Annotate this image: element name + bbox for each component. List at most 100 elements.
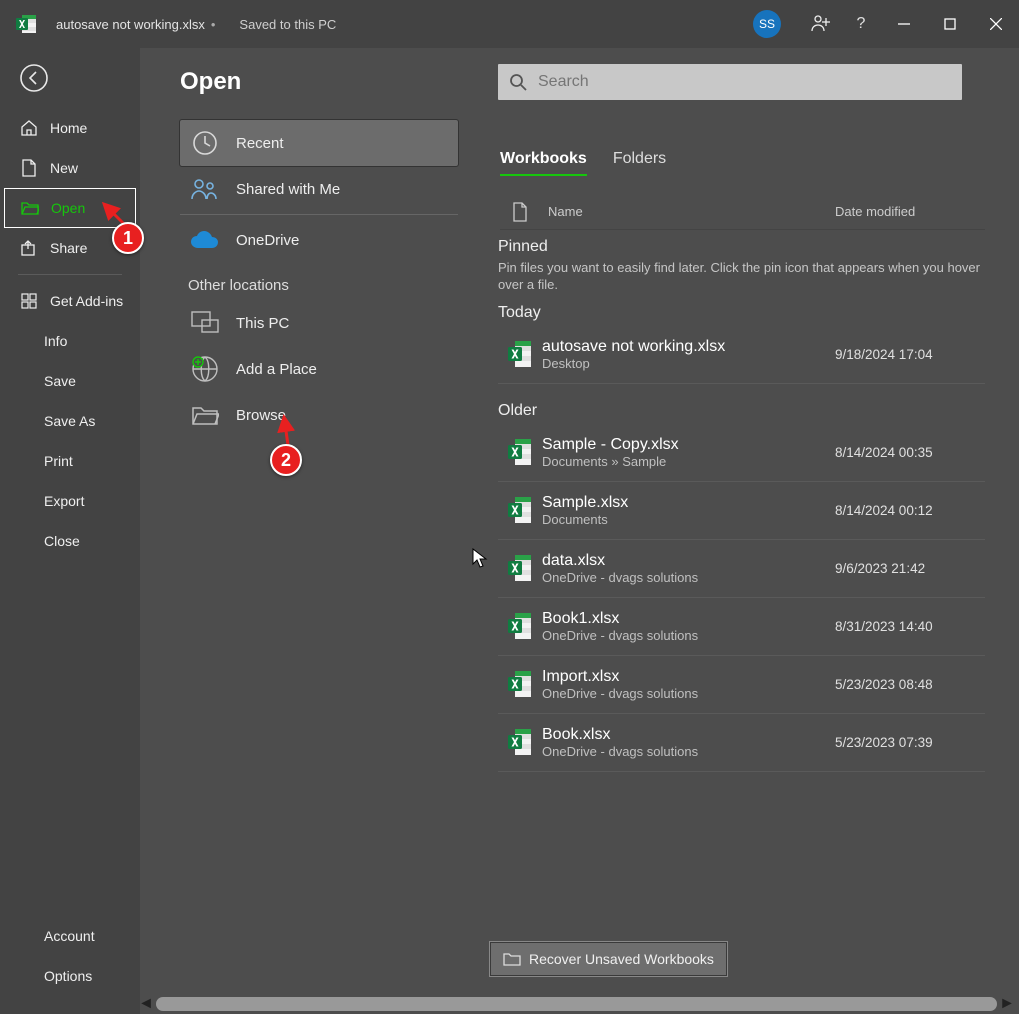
file-name: Book1.xlsx <box>542 610 835 628</box>
file-row[interactable]: Import.xlsxOneDrive - dvags solutions5/2… <box>498 656 985 714</box>
excel-logo-icon <box>16 13 38 35</box>
file-date: 5/23/2023 08:48 <box>835 677 985 692</box>
page-title: Open <box>180 68 458 96</box>
annotation-badge-2: 2 <box>270 444 302 476</box>
locations-panel: Open Recent Shared with Me OneDrive Othe… <box>140 48 480 1014</box>
sidebar-item-options[interactable]: Options <box>0 956 140 996</box>
file-name: Book.xlsx <box>542 726 835 744</box>
location-label: Browse <box>236 407 286 424</box>
sidebar-item-open[interactable]: Open <box>4 188 136 228</box>
home-icon <box>20 119 38 137</box>
location-browse[interactable]: Browse <box>180 392 458 438</box>
file-path: OneDrive - dvags solutions <box>542 744 835 759</box>
file-row[interactable]: autosave not working.xlsxDesktop9/18/202… <box>498 326 985 384</box>
list-header: Name Date modified <box>500 194 985 230</box>
account-manager-icon[interactable] <box>801 0 841 48</box>
older-section-label: Older <box>498 402 985 420</box>
location-label: This PC <box>236 315 289 332</box>
file-row[interactable]: Sample.xlsxDocuments8/14/2024 00:12 <box>498 482 985 540</box>
sidebar-item-addins[interactable]: Get Add-ins <box>0 281 140 321</box>
scrollbar-thumb[interactable] <box>156 997 997 1011</box>
title-status: Saved to this PC <box>239 17 336 32</box>
sidebar-item-home[interactable]: Home <box>0 108 140 148</box>
folder-icon <box>503 952 521 966</box>
backstage-sidebar: Home New Open Share Get Add-ins Info Sav… <box>0 48 140 1014</box>
file-name: Sample.xlsx <box>542 494 835 512</box>
title-bar: autosave not working.xlsx • Saved to thi… <box>0 0 1019 48</box>
other-locations-label: Other locations <box>188 277 458 294</box>
maximize-button[interactable] <box>927 0 973 48</box>
file-name: Sample - Copy.xlsx <box>542 436 835 454</box>
scroll-right-icon[interactable]: ► <box>1001 997 1013 1011</box>
location-recent[interactable]: Recent <box>180 120 458 166</box>
excel-file-icon <box>498 728 542 756</box>
scroll-left-icon[interactable]: ◄ <box>140 997 152 1011</box>
location-divider <box>180 214 458 215</box>
file-name: Import.xlsx <box>542 668 835 686</box>
file-row[interactable]: Book.xlsxOneDrive - dvags solutions5/23/… <box>498 714 985 772</box>
help-icon[interactable]: ? <box>841 0 881 48</box>
today-section-label: Today <box>498 304 985 322</box>
sidebar-item-close[interactable]: Close <box>0 521 140 561</box>
search-input[interactable] <box>538 73 962 91</box>
excel-file-icon <box>498 554 542 582</box>
clock-icon <box>188 126 222 160</box>
add-place-icon <box>188 352 222 386</box>
filter-tabs: Workbooks Folders <box>500 150 666 176</box>
file-date: 8/31/2023 14:40 <box>835 619 985 634</box>
share-icon <box>20 239 38 257</box>
sidebar-item-save[interactable]: Save <box>0 361 140 401</box>
file-row[interactable]: Sample - Copy.xlsxDocuments » Sample8/14… <box>498 424 985 482</box>
location-shared[interactable]: Shared with Me <box>180 166 458 212</box>
file-date: 9/18/2024 17:04 <box>835 347 985 362</box>
sidebar-item-export[interactable]: Export <box>0 481 140 521</box>
onedrive-icon <box>188 223 222 257</box>
tab-workbooks[interactable]: Workbooks <box>500 150 587 176</box>
file-row[interactable]: Book1.xlsxOneDrive - dvags solutions8/31… <box>498 598 985 656</box>
location-label: Recent <box>236 135 284 152</box>
file-path: OneDrive - dvags solutions <box>542 628 835 643</box>
col-date[interactable]: Date modified <box>835 204 985 219</box>
file-date: 9/6/2023 21:42 <box>835 561 985 576</box>
excel-file-icon <box>498 670 542 698</box>
sidebar-item-info[interactable]: Info <box>0 321 140 361</box>
sidebar-item-print[interactable]: Print <box>0 441 140 481</box>
file-path: Documents <box>542 512 835 527</box>
excel-file-icon <box>498 340 542 368</box>
location-label: OneDrive <box>236 232 299 249</box>
horizontal-scrollbar[interactable]: ◄ ► <box>140 996 1013 1012</box>
sidebar-item-label: Get Add-ins <box>50 293 123 309</box>
pinned-hint: Pin files you want to easily find later.… <box>498 260 985 294</box>
location-label: Shared with Me <box>236 181 340 198</box>
minimize-button[interactable] <box>881 0 927 48</box>
file-path: Desktop <box>542 356 835 371</box>
sidebar-item-label: Share <box>50 240 87 256</box>
recover-unsaved-button[interactable]: Recover Unsaved Workbooks <box>490 942 727 976</box>
file-list: Pinned Pin files you want to easily find… <box>498 232 985 934</box>
col-name[interactable]: Name <box>540 204 835 219</box>
file-path: Documents » Sample <box>542 454 835 469</box>
recover-label: Recover Unsaved Workbooks <box>529 951 714 967</box>
file-name: data.xlsx <box>542 552 835 570</box>
sidebar-item-saveas[interactable]: Save As <box>0 401 140 441</box>
tab-folders[interactable]: Folders <box>613 150 666 176</box>
sidebar-item-account[interactable]: Account <box>0 916 140 956</box>
sidebar-item-label: New <box>50 160 78 176</box>
shared-icon <box>188 172 222 206</box>
sidebar-item-new[interactable]: New <box>0 148 140 188</box>
excel-file-icon <box>498 496 542 524</box>
title-filename: autosave not working.xlsx <box>56 17 205 32</box>
location-onedrive[interactable]: OneDrive <box>180 217 458 263</box>
excel-file-icon <box>498 438 542 466</box>
sidebar-item-label: Open <box>51 200 85 216</box>
search-icon <box>498 73 538 91</box>
browse-folder-icon <box>188 398 222 432</box>
file-row[interactable]: data.xlsxOneDrive - dvags solutions9/6/2… <box>498 540 985 598</box>
location-thispc[interactable]: This PC <box>180 300 458 346</box>
search-box[interactable] <box>498 64 962 100</box>
user-avatar[interactable]: SS <box>753 10 781 38</box>
back-button[interactable] <box>14 58 54 98</box>
location-addplace[interactable]: Add a Place <box>180 346 458 392</box>
new-file-icon <box>20 159 38 177</box>
close-button[interactable] <box>973 0 1019 48</box>
